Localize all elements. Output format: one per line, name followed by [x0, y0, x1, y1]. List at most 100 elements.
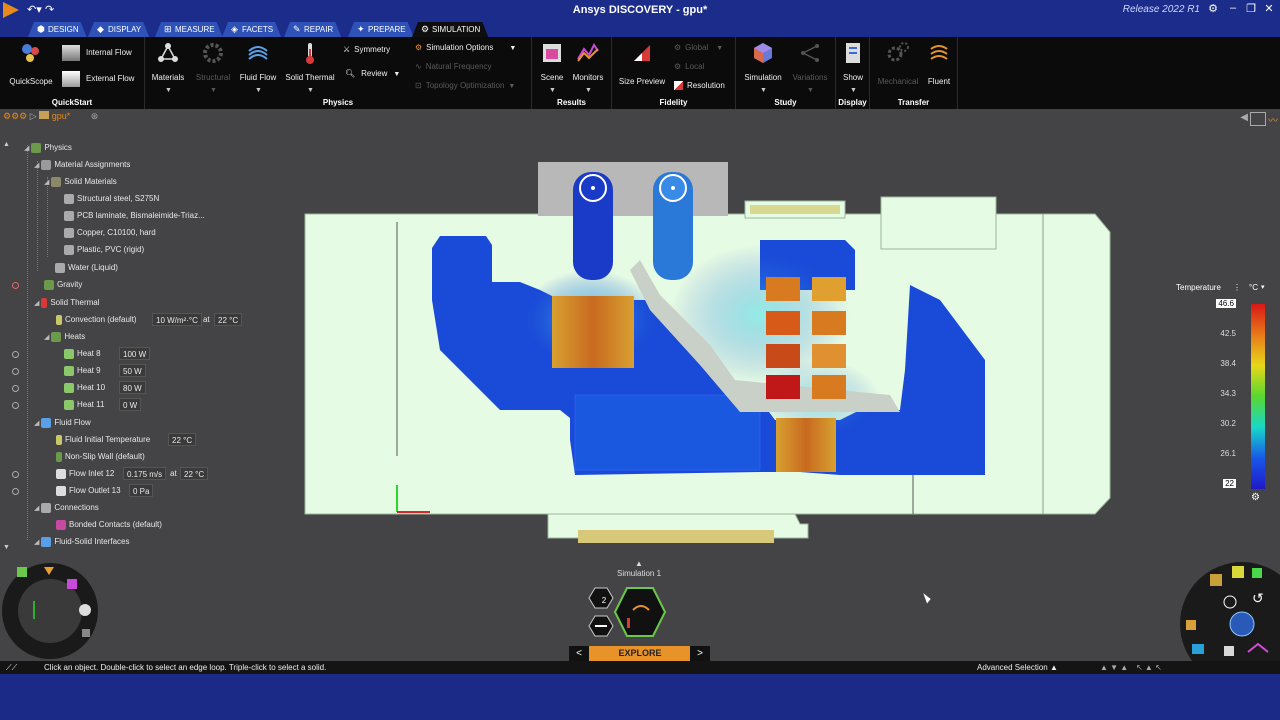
tab-prepare[interactable]: ✦ Prepare [348, 22, 414, 37]
materials-button[interactable]: Materials ▼ [149, 41, 187, 94]
visibility-toggle[interactable] [12, 368, 19, 375]
visibility-toggle[interactable] [12, 402, 19, 409]
chevron-down-icon[interactable]: ▾ [1261, 283, 1265, 291]
tab-facets[interactable]: ◈ Facets [222, 22, 281, 37]
selection-mode-icons[interactable]: ↖ ▲ ↖ [1136, 661, 1162, 674]
chevron-right-icon[interactable]: ▷ [30, 111, 37, 121]
section-icon[interactable] [1252, 568, 1262, 578]
fit-view-icon[interactable]: ⊛ [91, 111, 99, 121]
settings-icon[interactable]: ⚙ [1206, 2, 1220, 15]
tree-item-fluid-solid-interfaces[interactable]: ◢ Fluid-Solid Interfaces [34, 534, 129, 550]
tree-item-heat[interactable]: Heat 11 [64, 397, 104, 413]
tree-item-material[interactable]: PCB laminate, Bismaleimide-Triaz... [64, 208, 205, 224]
monitor-chart-icon[interactable]: 〰 [1268, 112, 1278, 127]
cube-view-icon[interactable] [1232, 566, 1244, 578]
convection-temp-field[interactable]: 22 °C [214, 313, 243, 326]
fluent-button[interactable]: Fluent [922, 41, 956, 86]
legend-menu-icon[interactable]: ⋮ [1233, 283, 1241, 292]
tab-measure[interactable]: ⊞ Measure [155, 22, 223, 37]
previous-stage-button[interactable]: < [569, 646, 589, 661]
navigation-wheel[interactable]: ↺ [1180, 556, 1280, 661]
review-button[interactable]: 🔍︎ Review ▼ [345, 69, 400, 78]
convection-coefficient-field[interactable]: 10 W/m²·°C [152, 313, 202, 326]
tree-item-material[interactable]: Copper, C10100, hard [64, 225, 156, 241]
quickscope-button[interactable]: QuickScope [8, 41, 54, 86]
power-connector[interactable] [880, 196, 997, 250]
viewport[interactable]: ⚙⚙⚙ ▷ gpu* ⊛ ◀ 〰 ▲ ◢ Physics ◢ Material … [0, 109, 1280, 661]
close-icon[interactable]: ✕ [1262, 2, 1276, 15]
grid-icon[interactable] [82, 629, 90, 637]
simulation-options-button[interactable]: ⚙ Simulation Options ▼ [415, 43, 516, 52]
outlet-pressure-field[interactable]: 0 Pa [129, 484, 154, 497]
advanced-selection-button[interactable]: Advanced Selection ▲ [977, 661, 1058, 674]
tree-item-bonded-contacts[interactable]: Bonded Contacts (default) [56, 517, 162, 533]
internal-flow-button[interactable]: Internal Flow [62, 45, 132, 61]
tree-item-heat[interactable]: Heat 9 [64, 363, 101, 379]
visibility-toggle[interactable] [12, 471, 19, 478]
tree-item-water[interactable]: Water (Liquid) [55, 260, 118, 276]
status-tool-icon[interactable]: ⟋⟋ [6, 661, 17, 674]
tree-item-convection[interactable]: Convection (default) [56, 312, 137, 328]
tree-item-fluid-initial-temperature[interactable]: Fluid Initial Temperature [56, 432, 150, 448]
legend-settings-icon[interactable]: ⚙ [1251, 492, 1260, 503]
tree-item-connections[interactable]: ◢ Connections [34, 500, 99, 516]
explore-stage-button[interactable]: EXPLORE [589, 646, 691, 661]
solid-thermal-button[interactable]: Solid Thermal ▼ [283, 41, 337, 94]
box-view-icon[interactable] [1210, 574, 1222, 586]
tree-item-solid-materials[interactable]: ◢ Solid Materials [44, 174, 117, 190]
next-stage-button[interactable]: > [690, 646, 710, 661]
simulation-button[interactable]: Simulation ▼ [740, 41, 786, 94]
tab-display[interactable]: ◆ Display [88, 22, 149, 37]
heat-value-field[interactable]: 0 W [119, 398, 142, 411]
tree-item-flow-outlet[interactable]: Flow Outlet 13 [56, 483, 121, 499]
rotate-icon[interactable]: ↺ [1252, 591, 1264, 607]
maximize-icon[interactable]: ❐ [1244, 2, 1258, 15]
expand-up-icon[interactable]: ▲ [635, 559, 643, 568]
document-name[interactable]: gpu* [52, 111, 71, 121]
cube-view-icon[interactable] [67, 579, 77, 589]
selection-filter-icons[interactable]: ▲ ▼ ▲ [1100, 661, 1128, 674]
legend-tick[interactable]: 46.6 [1216, 299, 1236, 308]
spin-icon[interactable] [1229, 611, 1255, 637]
scroll-down-icon[interactable]: ▼ [3, 544, 10, 551]
monitors-button[interactable]: Monitors ▼ [570, 41, 606, 94]
tree-item-heat[interactable]: Heat 10 [64, 380, 105, 396]
natural-frequency-button[interactable]: ∿ Natural Frequency [415, 62, 492, 71]
tab-simulation[interactable]: ⚙ Simulation [412, 22, 488, 37]
tree-item-fluid-flow[interactable]: ◢ Fluid Flow [34, 415, 91, 431]
gpu-heatsink[interactable] [552, 296, 634, 368]
gpu-model-render[interactable] [300, 159, 1115, 559]
material-view-icon[interactable] [1186, 620, 1196, 630]
top-bracket[interactable] [538, 162, 728, 216]
show-button[interactable]: Show ▼ [838, 41, 868, 94]
visibility-toggle[interactable] [12, 282, 19, 289]
minimize-icon[interactable]: – [1226, 2, 1240, 14]
tree-item-heats[interactable]: ◢ Heats [44, 329, 85, 345]
scroll-up-icon[interactable]: ▲ [3, 141, 10, 148]
symmetry-button[interactable]: ⚔ Symmetry [343, 45, 390, 54]
size-preview-button[interactable]: Size Preview [616, 41, 668, 86]
visibility-toggle[interactable] [12, 385, 19, 392]
tree-item-non-slip-wall[interactable]: Non-Slip Wall (default) [56, 449, 145, 465]
view-options-icon[interactable] [1250, 112, 1266, 126]
simulation-thumbnail[interactable] [613, 587, 667, 637]
tree-item-flow-inlet[interactable]: Flow Inlet 12 [56, 466, 114, 482]
fan-icon[interactable] [79, 604, 91, 616]
tree-item-physics[interactable]: ◢ Physics [24, 140, 72, 156]
tab-design[interactable]: ⬢ Design [28, 22, 87, 37]
inlet-temp-field[interactable]: 22 °C [180, 467, 209, 480]
fluid-initial-temp-field[interactable]: 22 °C [168, 433, 197, 446]
tree-item-material-assignments[interactable]: ◢ Material Assignments [34, 157, 130, 173]
note-icon[interactable] [1224, 646, 1234, 656]
global-button[interactable]: ⚙ Global ▼ [674, 43, 723, 52]
tree-item-material[interactable]: Plastic, PVC (rigid) [64, 242, 144, 258]
simulation-selector[interactable] [585, 584, 675, 644]
local-button[interactable]: ⚙ Local [674, 62, 704, 71]
variations-button[interactable]: Variations ▼ [788, 41, 832, 94]
topology-optimization-button[interactable]: ⊡ Topology Optimization ▼ [415, 81, 515, 90]
visibility-toggle[interactable] [12, 488, 19, 495]
heat-value-field[interactable]: 100 W [119, 347, 151, 360]
view-cube-widget[interactable] [0, 561, 105, 661]
image-icon[interactable] [1192, 644, 1204, 654]
external-flow-button[interactable]: External Flow [62, 71, 134, 87]
